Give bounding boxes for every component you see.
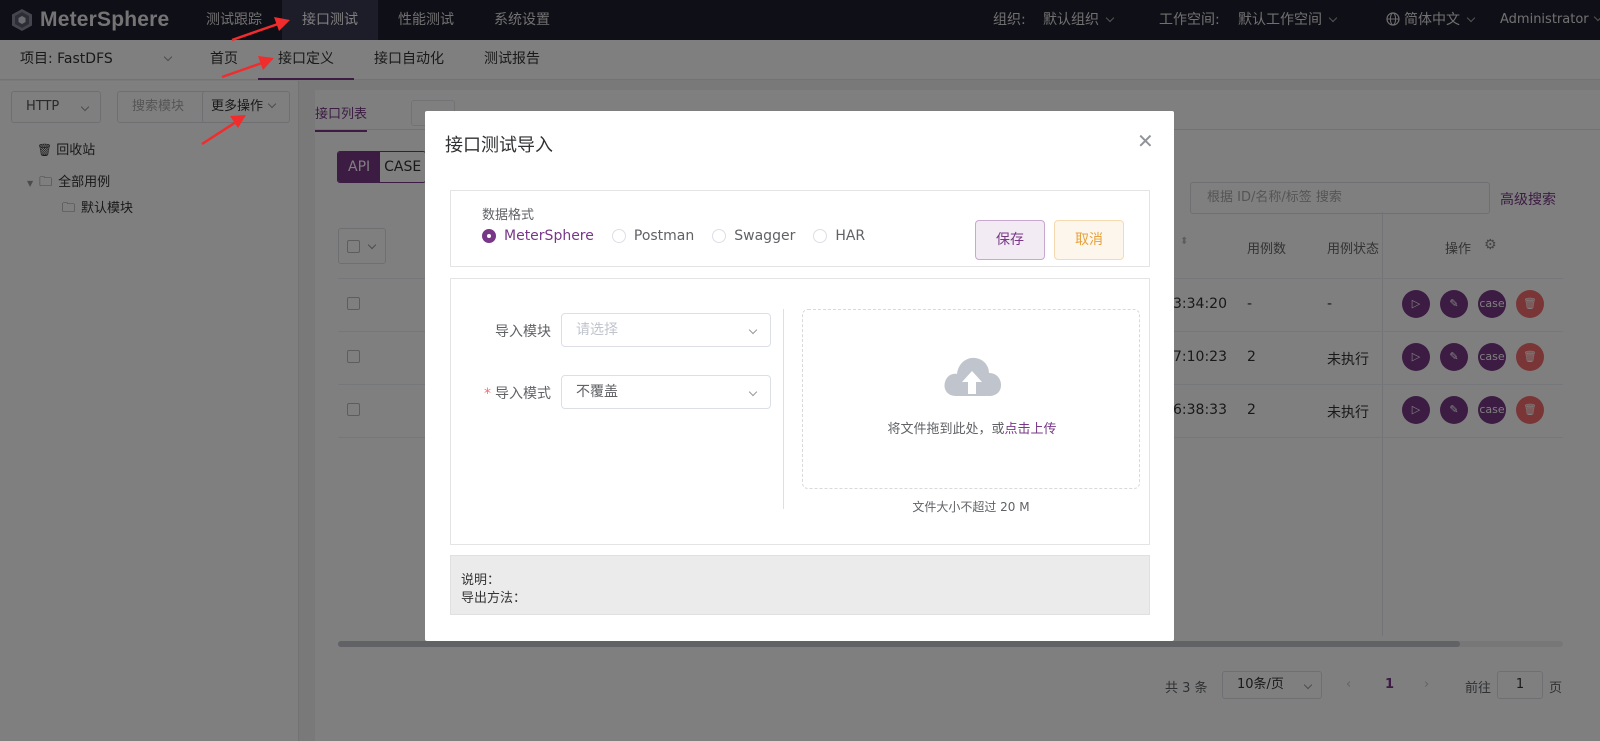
format-label: 数据格式 [482, 208, 535, 223]
note-section: 说明： 导出方法： [450, 555, 1150, 615]
chevron-down-icon [748, 387, 758, 397]
radio-label: Postman [633, 228, 695, 244]
export-method-label: 导出方法： [461, 591, 527, 606]
radio-metersphere[interactable]: MeterSphere [482, 228, 594, 244]
import-dialog: 接口测试导入 ✕ 数据格式 MeterSphere Postman Swagge… [425, 111, 1174, 641]
radio-unchecked-icon [813, 229, 828, 243]
radio-label: MeterSphere [504, 228, 594, 244]
radio-label: Swagger [734, 228, 796, 244]
cloud-upload-icon [944, 357, 1001, 396]
upload-size-tip: 文件大小不超过 20 M [912, 500, 1030, 514]
upload-hint: 将文件拖到此处，或点击上传 [803, 418, 1141, 437]
radio-har[interactable]: HAR [813, 228, 865, 244]
import-mode-value: 不覆盖 [576, 384, 618, 400]
import-module-label: 导入模块 [495, 324, 551, 340]
radio-unchecked-icon [712, 229, 727, 243]
upload-hint-text: 将文件拖到此处，或 [887, 422, 1005, 437]
upload-dropzone[interactable]: 将文件拖到此处，或点击上传 [802, 309, 1140, 489]
import-module-placeholder: 请选择 [576, 322, 618, 338]
import-mode-label-text: 导入模式 [495, 386, 551, 402]
arrow-icon [221, 56, 274, 79]
arrow-icon [231, 17, 290, 42]
save-button[interactable]: 保存 [975, 220, 1045, 260]
section-divider [783, 309, 784, 509]
import-config-section: 导入模块 请选择 * 导入模式 不覆盖 将文件拖到此处，或点击上传 文件大小不超过… [450, 278, 1150, 545]
import-mode-label: * 导入模式 [451, 383, 551, 403]
import-mode-select[interactable]: 不覆盖 [561, 375, 771, 409]
arrow-icon [201, 115, 246, 146]
required-mark: * [484, 386, 491, 402]
dialog-title: 接口测试导入 [445, 135, 553, 156]
radio-label: HAR [835, 228, 866, 244]
radio-postman[interactable]: Postman [611, 228, 695, 244]
upload-link[interactable]: 点击上传 [1005, 422, 1057, 437]
cancel-button[interactable]: 取消 [1054, 220, 1124, 260]
chevron-down-icon [748, 325, 758, 335]
format-section: 数据格式 MeterSphere Postman Swagger HAR 保存 … [450, 190, 1150, 267]
close-icon[interactable]: ✕ [1137, 129, 1154, 153]
radio-checked-icon [482, 229, 496, 243]
radio-unchecked-icon [611, 229, 626, 243]
format-radio-group: MeterSphere Postman Swagger HAR [482, 228, 883, 244]
note-label: 说明： [461, 573, 501, 588]
radio-swagger[interactable]: Swagger [712, 228, 795, 244]
import-module-select[interactable]: 请选择 [561, 313, 771, 347]
